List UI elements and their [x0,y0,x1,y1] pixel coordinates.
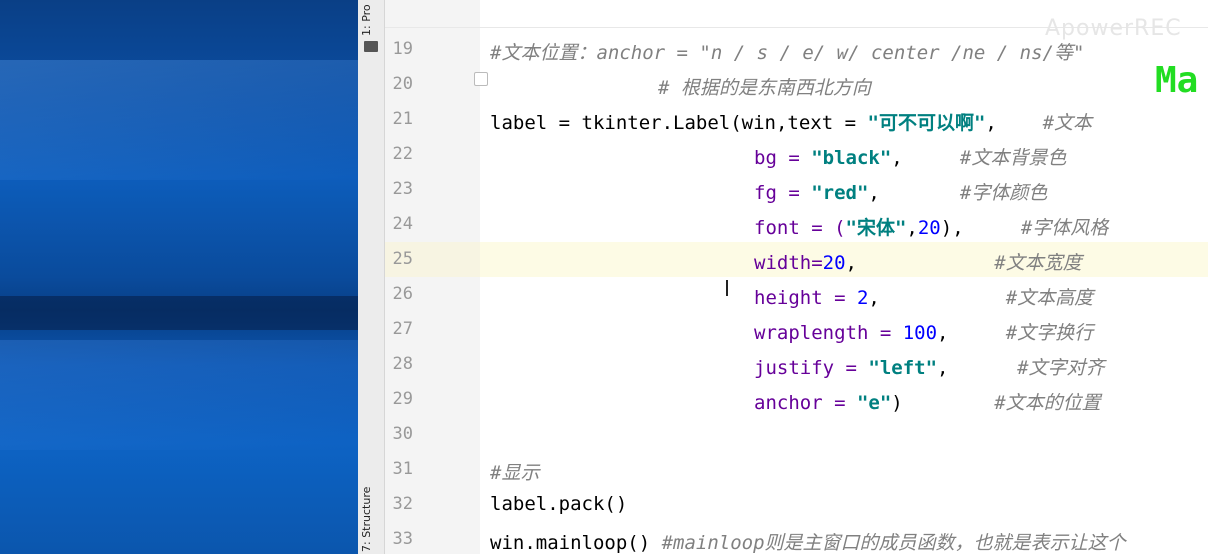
desktop-light-band [0,60,358,180]
line-number: 33 [392,529,413,549]
code-token: , [845,252,995,274]
code-token: font = ( [754,217,846,239]
code-token: justify = [754,357,869,379]
code-text: anchor = "e") #文本的位置 [754,388,1101,415]
code-token: , [868,182,960,204]
code-line[interactable]: 31 #显示 [385,452,1208,487]
fold-marker-icon[interactable] [474,72,488,86]
code-token: 20 [917,217,941,239]
text-cursor-icon [726,280,728,296]
code-token: #文字对齐 [1017,357,1105,379]
code-line[interactable]: 27 wraplength = 100, #文字换行 [385,312,1208,347]
code-token: #mainloop则是主窗口的成员函数，也就是表示让这个 [661,532,1126,554]
project-tool-tab[interactable]: 1: Pro [360,4,373,36]
code-token: # 根据的是东南西北方向 [658,77,871,99]
code-text: font = ("宋体",20), #字体风格 [754,213,1108,240]
code-line[interactable]: 22 bg = "black", #文本背景色 [385,137,1208,172]
code-token: , [868,287,1006,309]
desktop-light-band-lower [0,340,358,450]
code-token: #显示 [490,462,540,484]
code-text: # 根据的是东南西北方向 [658,73,871,100]
code-text: width=20, #文本宽度 [754,248,1082,275]
code-line[interactable]: 21 label = tkinter.Label(win,text = "可不可以… [385,102,1208,137]
desktop-background [0,0,358,554]
code-text: label = tkinter.Label(win,text = "可不可以啊"… [490,108,1092,135]
line-number: 30 [392,424,413,444]
code-line[interactable]: 28 justify = "left", #文字对齐 [385,347,1208,382]
structure-tool-tab[interactable]: 7: Structure [360,487,373,552]
code-text: fg = "red", #字体颜色 [754,178,1047,205]
code-text: #显示 [490,458,539,485]
code-token: 100 [902,322,938,344]
code-token: #文字换行 [1005,322,1094,344]
code-text: #文本位置：anchor = "n / s / e/ w/ center /ne… [490,38,1084,65]
line-number: 32 [392,494,413,514]
line-number: 21 [392,109,413,129]
code-token: #文本的位置 [994,392,1101,414]
code-token: , [985,112,1043,134]
code-token: , [937,357,1018,379]
line-number: 25 [392,249,413,269]
line-number: 31 [392,459,413,479]
code-token: fg = [754,182,812,204]
code-token: #文本位置：anchor = "n / s / e/ w/ center /ne… [490,42,1085,64]
code-token: #文本高度 [1005,287,1094,309]
code-text: bg = "black", #文本背景色 [754,143,1066,170]
code-text: win.mainloop() #mainloop则是主窗口的成员函数，也就是表示… [490,528,1126,555]
code-token: #文本 [1042,112,1093,134]
code-token: "black" [811,147,892,169]
code-token: , [937,322,1006,344]
code-token: , [906,217,918,239]
code-token: #字体颜色 [959,182,1048,204]
tool-window-strip: 1: Pro 7: Structure [358,0,385,554]
recorder-watermark: ApowerREC [1045,16,1182,41]
code-line[interactable]: 24 font = ("宋体",20), #字体风格 [385,207,1208,242]
code-token: label = tkinter.Label(win,text = [490,112,868,134]
code-text: justify = "left", #文字对齐 [754,353,1105,380]
code-text: wraplength = 100, #文字换行 [754,318,1093,345]
code-token: #文本背景色 [959,147,1067,169]
code-line[interactable]: 29 anchor = "e") #文本的位置 [385,382,1208,417]
code-token: label.pack() [490,493,628,515]
code-token: win.mainloop() [490,532,662,554]
code-token: 20 [822,252,846,274]
code-token: #文本宽度 [994,252,1082,274]
line-number: 24 [392,214,413,234]
overlay-green-text: Ma [1155,60,1199,101]
code-token: "可不可以啊" [867,112,986,134]
code-token: anchor = [754,392,857,414]
line-number: 20 [392,74,413,94]
code-token: "e" [856,392,892,414]
folder-icon[interactable] [364,41,378,52]
code-token: height = [754,287,857,309]
code-token: ), [940,217,1021,239]
code-token: wraplength = [754,322,903,344]
code-line[interactable]: 25 width=20, #文本宽度 [385,242,1208,277]
desktop-dark-band [0,296,358,330]
code-text: height = 2, #文本高度 [754,283,1093,310]
code-token: #字体风格 [1020,217,1109,239]
code-token: "left" [868,357,938,379]
line-number: 28 [392,354,413,374]
code-token: ) [891,392,995,414]
code-text: label.pack() [490,493,627,515]
code-token: "red" [811,182,869,204]
code-line[interactable]: 32 label.pack() [385,487,1208,522]
line-number: 19 [392,39,413,59]
line-number: 22 [392,144,413,164]
code-token: , [891,147,960,169]
code-line[interactable]: 20 # 根据的是东南西北方向 [385,67,1208,102]
code-token: width= [754,252,823,274]
code-token: 2 [856,287,869,309]
code-line[interactable]: 23 fg = "red", #字体颜色 [385,172,1208,207]
code-line[interactable]: 26 height = 2, #文本高度 [385,277,1208,312]
code-token: "宋体" [845,217,907,239]
code-line[interactable]: 33 win.mainloop() #mainloop则是主窗口的成员函数，也就是… [385,522,1208,557]
line-number: 26 [392,284,413,304]
line-number: 29 [392,389,413,409]
code-token: bg = [754,147,812,169]
line-number: 23 [392,179,413,199]
code-line[interactable]: 30 [385,417,1208,452]
line-number: 27 [392,319,413,339]
